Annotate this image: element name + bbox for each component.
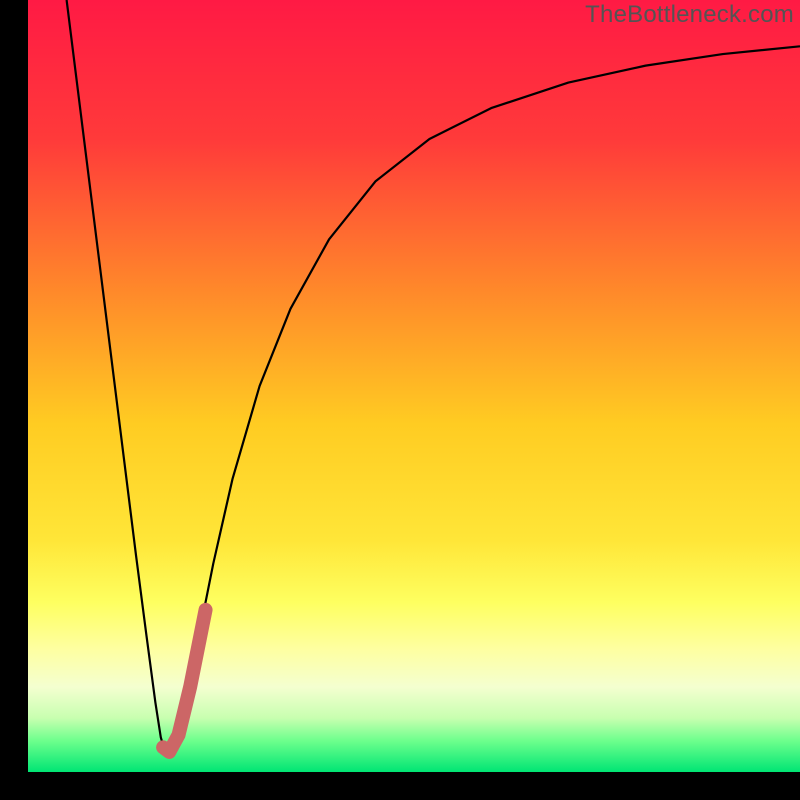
chart-canvas <box>28 0 800 772</box>
chart-frame: TheBottleneck.com <box>0 0 800 800</box>
plot-area: TheBottleneck.com <box>28 0 800 772</box>
gradient-background <box>28 0 800 772</box>
